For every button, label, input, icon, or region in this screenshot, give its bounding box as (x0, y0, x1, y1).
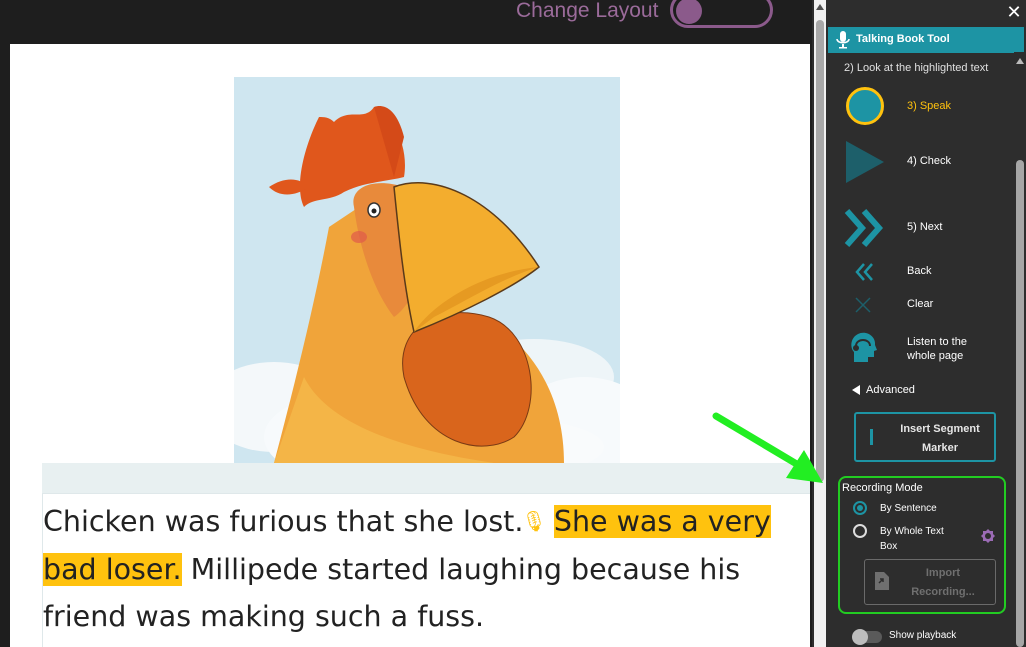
toggle-knob (852, 629, 868, 645)
insert-segment-label: Insert Segment Marker (900, 423, 980, 454)
rooster-picture[interactable] (234, 77, 620, 463)
radio-by-sentence[interactable] (853, 501, 867, 515)
show-playback-label: Show playback (889, 630, 957, 641)
clear-label[interactable]: Clear (907, 298, 933, 310)
annotation-arrow-icon (712, 412, 823, 483)
top-bar: Change Layout (0, 0, 812, 44)
step-next-label[interactable]: 5) Next (907, 221, 942, 233)
listen-head-headphones-icon[interactable] (848, 330, 878, 366)
tool-panel: ✕ Talking Book Tool 2) Look at the highl… (826, 0, 1026, 647)
step-speak-label[interactable]: 3) Speak (907, 100, 951, 112)
radio-by-whole-text-box[interactable] (853, 524, 867, 538)
insert-segment-marker-button[interactable]: Insert Segment Marker (854, 412, 996, 462)
back-label[interactable]: Back (907, 265, 931, 277)
clear-x-icon[interactable] (855, 297, 871, 313)
back-double-chevron-icon[interactable] (854, 262, 874, 282)
import-recording-button[interactable]: Import Recording... (864, 559, 996, 605)
settings-badge-icon[interactable] (981, 529, 995, 543)
change-layout-label: Change Layout (516, 0, 659, 22)
listen-label[interactable]: Listen to the whole page (907, 335, 987, 363)
next-double-chevron-icon[interactable] (844, 208, 884, 248)
triangle-left-icon (852, 385, 860, 396)
sentence-1[interactable]: Chicken was furious that she lost. (43, 505, 523, 538)
mic-marker-icon: 🎙 (521, 509, 547, 533)
talking-book-tool-header[interactable]: Talking Book Tool (828, 27, 1024, 53)
image-container-strip (42, 463, 810, 493)
tool-title: Talking Book Tool (856, 33, 950, 45)
speak-record-icon[interactable] (846, 87, 884, 125)
toggle-knob (676, 0, 702, 24)
editor-area: Change Layout Chicken was furious that s… (0, 0, 812, 647)
play-check-icon[interactable] (846, 141, 884, 183)
change-layout-toggle[interactable] (670, 0, 773, 28)
segment-marker-icon (870, 429, 873, 445)
panel-scrollbar-thumb[interactable] (1016, 160, 1024, 647)
recording-mode-title: Recording Mode (842, 482, 923, 494)
advanced-label: Advanced (866, 384, 915, 396)
panel-scrollbar[interactable] (1014, 52, 1026, 647)
step-check-label[interactable]: 4) Check (907, 155, 951, 167)
scroll-up-arrow-icon[interactable] (816, 4, 824, 10)
close-icon[interactable]: ✕ (1003, 1, 1025, 23)
text-box[interactable]: Chicken was furious that she lost.🎙 She … (42, 493, 810, 647)
by-sentence-label[interactable]: By Sentence (880, 501, 937, 516)
import-recording-label: Import Recording... (911, 567, 975, 598)
main-scrollbar[interactable] (814, 0, 826, 647)
microphone-icon (836, 31, 850, 49)
scroll-up-arrow-icon[interactable] (1016, 58, 1024, 64)
import-file-icon (875, 572, 889, 590)
advanced-toggle[interactable]: Advanced (852, 384, 915, 396)
book-page: Chicken was furious that she lost.🎙 She … (10, 44, 810, 647)
story-text[interactable]: Chicken was furious that she lost.🎙 She … (43, 498, 811, 641)
step-look-label: 2) Look at the highlighted text (844, 62, 989, 74)
show-playback-toggle[interactable] (852, 629, 882, 645)
by-whole-text-box-label[interactable]: By Whole Text Box (880, 524, 960, 554)
